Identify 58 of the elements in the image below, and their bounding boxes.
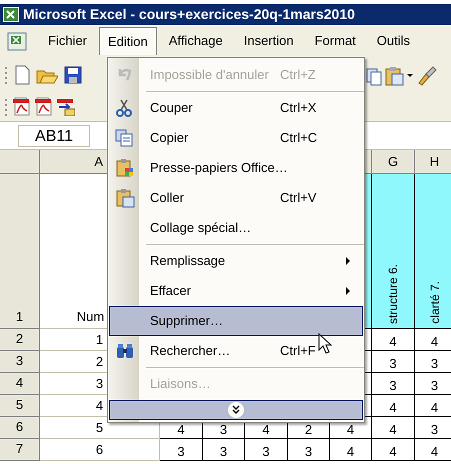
- binoculars-icon: [115, 341, 135, 361]
- save-icon[interactable]: [64, 64, 82, 84]
- brush-icon[interactable]: [416, 65, 437, 86]
- menu-item[interactable]: Affichage: [160, 27, 232, 55]
- select-all-corner[interactable]: [0, 150, 40, 174]
- row-header[interactable]: 4: [0, 373, 40, 395]
- toolbar-grip-icon: [4, 66, 8, 84]
- paste-icon[interactable]: [385, 66, 404, 86]
- pdf-document-icon[interactable]: [13, 97, 30, 116]
- spreadsheet-icon: [6, 30, 28, 52]
- scissors-icon: [115, 98, 135, 118]
- menu-item[interactable]: Insertion: [234, 27, 303, 55]
- submenu-arrow-icon: [346, 287, 350, 295]
- menu-item[interactable]: Format: [306, 27, 365, 55]
- menu-item[interactable]: Outils: [368, 27, 420, 55]
- row-header[interactable]: 7: [0, 439, 40, 461]
- table-cell: 4: [372, 439, 415, 461]
- table-cell: 4: [330, 439, 372, 461]
- table-cell: 3: [288, 439, 330, 461]
- table-cell: 3: [372, 351, 415, 373]
- submenu-arrow-icon: [346, 257, 350, 265]
- table-cell: 3: [203, 439, 245, 461]
- convert-icon[interactable]: [57, 97, 75, 116]
- table-cell: 3: [160, 439, 203, 461]
- table-cell: 6: [40, 439, 160, 461]
- window-title: Microsoft Excel - cours+exercices-20q-1mars2010: [23, 5, 355, 24]
- dropdown-arrow-icon[interactable]: [407, 74, 413, 77]
- table-cell: clarté 7.: [415, 174, 451, 329]
- toolbar-grip-icon: [4, 98, 8, 116]
- column-header[interactable]: G: [372, 150, 415, 174]
- copy-icon[interactable]: [366, 66, 382, 86]
- name-box[interactable]: AB11: [18, 124, 90, 146]
- menu-item[interactable]: Couper Ctrl+X: [109, 93, 363, 123]
- paste-icon: [115, 188, 135, 208]
- table-cell: 4: [372, 395, 415, 417]
- row-header[interactable]: 3: [0, 351, 40, 373]
- row-header[interactable]: 6: [0, 417, 40, 439]
- chevron-down-icon[interactable]: [227, 401, 245, 419]
- menu-item[interactable]: Fichier: [39, 27, 96, 55]
- clipboard-icon: [115, 158, 135, 178]
- new-document-icon[interactable]: [14, 64, 30, 84]
- menu-item[interactable]: Copier Ctrl+C: [109, 123, 363, 153]
- pdf-document-icon[interactable]: [35, 97, 52, 116]
- table-cell: structure 6.: [372, 174, 415, 329]
- row-header[interactable]: 2: [0, 329, 40, 351]
- table-cell: 3: [372, 373, 415, 395]
- table-cell: 4: [372, 417, 415, 439]
- copy-icon: [115, 128, 135, 148]
- row-header[interactable]: 5: [0, 395, 40, 417]
- menu-item[interactable]: Edition: [99, 27, 157, 55]
- spreadsheet-icon: [3, 7, 19, 22]
- table-cell: 3: [245, 439, 288, 461]
- table-cell: 4: [372, 329, 415, 351]
- pointer-icon: [318, 333, 332, 354]
- row-header[interactable]: 1: [0, 174, 40, 329]
- column-header[interactable]: H: [415, 150, 451, 174]
- expand-menu-bar[interactable]: [109, 400, 363, 420]
- menu-item[interactable]: Supprimer…: [109, 306, 363, 336]
